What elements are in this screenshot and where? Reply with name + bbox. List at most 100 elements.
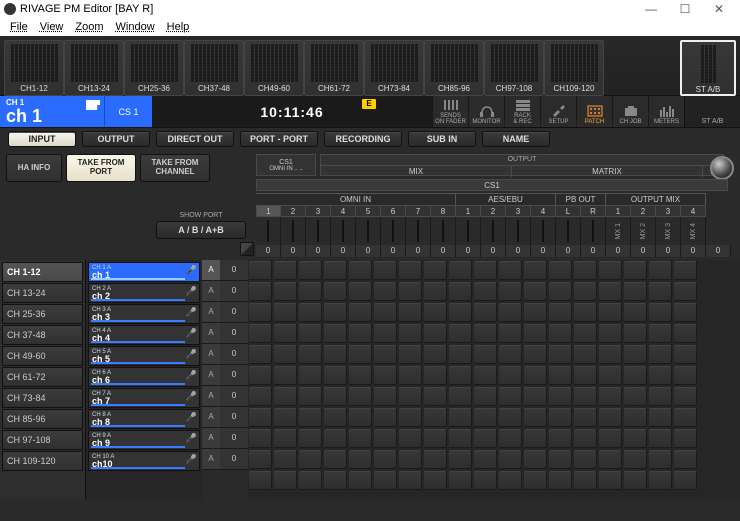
menu-window[interactable]: Window: [110, 18, 161, 36]
patch-cell[interactable]: [474, 366, 497, 385]
patch-cell[interactable]: [574, 408, 597, 427]
patch-cell[interactable]: [599, 366, 622, 385]
patch-cell[interactable]: [499, 450, 522, 469]
patch-cell[interactable]: [299, 471, 322, 490]
col-num[interactable]: R: [581, 205, 606, 217]
patch-cell[interactable]: [674, 471, 697, 490]
patch-cell[interactable]: [674, 345, 697, 364]
patch-cell[interactable]: [249, 261, 272, 280]
tab-sub-in[interactable]: SUB IN: [408, 131, 476, 147]
patch-cell[interactable]: [499, 303, 522, 322]
patch-cell[interactable]: [574, 429, 597, 448]
tool-sends[interactable]: SENDS ON FADER: [432, 96, 468, 127]
patch-cell[interactable]: [624, 261, 647, 280]
tab-direct-out[interactable]: DIRECT OUT: [156, 131, 234, 147]
col-fader[interactable]: MX 2: [631, 217, 656, 245]
patch-cell[interactable]: [649, 324, 672, 343]
patch-cell[interactable]: [424, 429, 447, 448]
patch-cell[interactable]: [674, 408, 697, 427]
patch-cell[interactable]: [374, 429, 397, 448]
patch-cell[interactable]: [599, 387, 622, 406]
col-num[interactable]: L: [556, 205, 581, 217]
patch-cell[interactable]: [599, 345, 622, 364]
patch-cell[interactable]: [574, 471, 597, 490]
output-matrix-tab[interactable]: MATRIX: [512, 166, 703, 177]
patch-cell[interactable]: [399, 282, 422, 301]
patch-cell[interactable]: [624, 450, 647, 469]
patch-cell[interactable]: [524, 408, 547, 427]
patch-cell[interactable]: [524, 282, 547, 301]
patch-cell[interactable]: [649, 345, 672, 364]
patch-cell[interactable]: [249, 345, 272, 364]
range-button[interactable]: CH 13-24: [2, 283, 83, 303]
patch-cell[interactable]: [374, 408, 397, 427]
patch-cell[interactable]: [274, 324, 297, 343]
col-num[interactable]: 1: [456, 205, 481, 217]
col-num[interactable]: 6: [381, 205, 406, 217]
meter-group[interactable]: CH73-84: [364, 40, 424, 96]
col-fader[interactable]: [356, 217, 381, 245]
patch-cell[interactable]: [499, 324, 522, 343]
tab-port---port[interactable]: PORT - PORT: [240, 131, 318, 147]
patch-cell[interactable]: [249, 408, 272, 427]
patch-cell[interactable]: [474, 345, 497, 364]
patch-cell[interactable]: [374, 261, 397, 280]
patch-cell[interactable]: [424, 471, 447, 490]
col-fader[interactable]: MX 4: [681, 217, 706, 245]
patch-cell[interactable]: [574, 345, 597, 364]
stab-slot[interactable]: ST A/B: [680, 40, 736, 96]
patch-cell[interactable]: [299, 366, 322, 385]
channel-item[interactable]: CH 8 Ach 8🎤: [88, 409, 200, 429]
patch-cell[interactable]: [324, 303, 347, 322]
patch-cell[interactable]: [574, 282, 597, 301]
patch-cell[interactable]: [349, 303, 372, 322]
meter-group[interactable]: CH109-120: [544, 40, 604, 96]
patch-cell[interactable]: [624, 408, 647, 427]
patch-cell[interactable]: [399, 450, 422, 469]
patch-cell[interactable]: [299, 324, 322, 343]
patch-cell[interactable]: [474, 261, 497, 280]
patch-cell[interactable]: [349, 471, 372, 490]
patch-cell[interactable]: [624, 282, 647, 301]
patch-cell[interactable]: [424, 366, 447, 385]
col-fader[interactable]: [306, 217, 331, 245]
patch-cell[interactable]: [349, 282, 372, 301]
col-num[interactable]: 2: [631, 205, 656, 217]
patch-cell[interactable]: [424, 345, 447, 364]
col-fader[interactable]: [256, 217, 281, 245]
alpha-cell[interactable]: A: [202, 428, 220, 449]
menu-file[interactable]: File: [4, 18, 34, 36]
patch-cell[interactable]: [249, 303, 272, 322]
patch-cell[interactable]: [499, 261, 522, 280]
col-fader[interactable]: [406, 217, 431, 245]
take-from-port-button[interactable]: TAKE FROM PORT: [66, 154, 136, 182]
tab-input[interactable]: INPUT: [8, 131, 76, 147]
patch-cell[interactable]: [374, 324, 397, 343]
patch-cell[interactable]: [324, 450, 347, 469]
output-dial[interactable]: [710, 156, 734, 180]
col-num[interactable]: 2: [481, 205, 506, 217]
col-num[interactable]: 3: [306, 205, 331, 217]
patch-cell[interactable]: [449, 303, 472, 322]
patch-cell[interactable]: [674, 429, 697, 448]
patch-cell[interactable]: [299, 408, 322, 427]
alpha-cell[interactable]: A: [202, 302, 220, 323]
patch-cell[interactable]: [624, 324, 647, 343]
meter-group[interactable]: CH25-36: [124, 40, 184, 96]
col-fader[interactable]: [431, 217, 456, 245]
patch-cell[interactable]: [599, 450, 622, 469]
patch-cell[interactable]: [274, 450, 297, 469]
patch-cell[interactable]: [374, 387, 397, 406]
output-source-box[interactable]: CS1 OMNI IN .. ..: [256, 154, 316, 176]
patch-cell[interactable]: [474, 324, 497, 343]
patch-cell[interactable]: [424, 450, 447, 469]
meter-group[interactable]: CH49-60: [244, 40, 304, 96]
patch-cell[interactable]: [599, 471, 622, 490]
patch-cell[interactable]: [274, 345, 297, 364]
channel-item[interactable]: CH 7 Ach 7🎤: [88, 388, 200, 408]
patch-cell[interactable]: [299, 387, 322, 406]
stab-label-small[interactable]: ST A/B: [684, 96, 740, 127]
patch-cell[interactable]: [499, 408, 522, 427]
alpha-cell[interactable]: A: [202, 386, 220, 407]
patch-cell[interactable]: [249, 429, 272, 448]
